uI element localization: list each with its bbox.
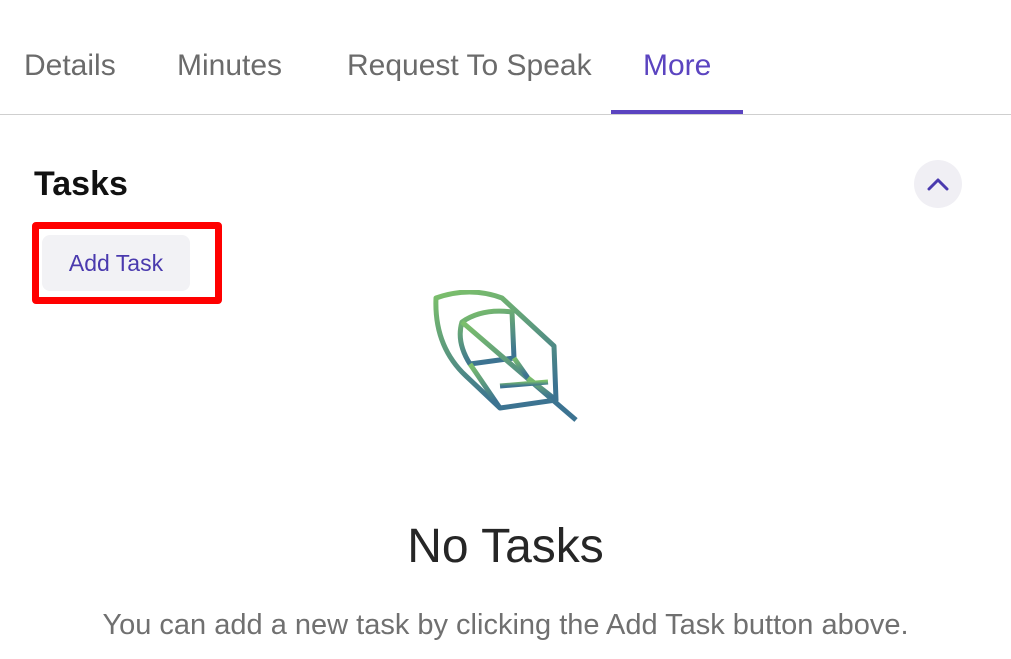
tab-minutes[interactable]: Minutes: [177, 0, 282, 114]
tab-bar: Details Minutes Request To Speak More: [0, 0, 1011, 115]
tasks-heading: Tasks: [34, 165, 128, 203]
tab-details[interactable]: Details: [24, 0, 116, 114]
chevron-up-icon: [927, 178, 949, 191]
collapse-tasks-button[interactable]: [914, 160, 962, 208]
active-tab-indicator: [611, 110, 743, 114]
tab-more[interactable]: More: [643, 0, 711, 114]
empty-state-title: No Tasks: [407, 520, 604, 573]
leaf-icon: [433, 290, 578, 422]
empty-state-message: You can add a new task by clicking the A…: [102, 609, 909, 641]
meeting-panel: Details Minutes Request To Speak More Ta…: [0, 0, 1011, 659]
add-task-button[interactable]: Add Task: [42, 235, 190, 291]
tab-request-to-speak[interactable]: Request To Speak: [347, 0, 592, 114]
